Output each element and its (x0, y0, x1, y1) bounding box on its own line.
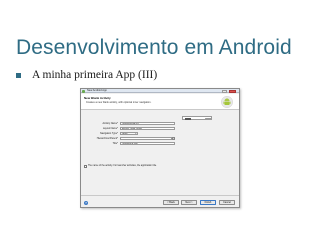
navigation-type-select[interactable]: None ▾ (120, 131, 138, 135)
browse-button[interactable]: ... (172, 137, 175, 141)
dialog-footer: ? < Back Next > Finish Cancel (81, 195, 239, 208)
hierarchical-parent-label: Hierarchical Parent* (96, 137, 118, 140)
preview-button (205, 117, 212, 121)
activity-preview (182, 116, 212, 121)
finish-button[interactable]: Finish (200, 200, 216, 205)
info-text: The name of the activity. For launcher a… (88, 165, 157, 167)
help-icon[interactable]: ? (84, 201, 88, 205)
preview-bar (185, 118, 191, 120)
bullet-text: A minha primeira App (III) (32, 69, 158, 81)
android-logo-icon (221, 96, 233, 108)
close-button[interactable] (229, 89, 236, 93)
layout-name-input[interactable]: activity_hello_world (120, 126, 175, 130)
activity-name-label: Activity Name* (102, 122, 118, 125)
hierarchical-parent-input[interactable] (120, 137, 172, 141)
layout-name-label: Layout Name* (102, 127, 118, 130)
dialog-title: New Android App (87, 89, 107, 93)
wizard-banner: New Blank Activity Creates a new blank a… (81, 94, 239, 110)
wizard-heading: New Blank Activity (84, 96, 111, 100)
square-bullet-icon (16, 73, 21, 78)
navigation-type-label: Navigation Type* (99, 132, 118, 135)
cancel-button[interactable]: Cancel (219, 200, 235, 205)
chevron-down-icon: ▾ (135, 132, 137, 135)
back-button[interactable]: < Back (163, 200, 179, 205)
activity-name-input[interactable]: HelloAndroid.bly (120, 121, 175, 125)
dialog-titlebar[interactable]: New Android App (81, 89, 239, 93)
wizard-description: Creates a new blank activity, with optio… (86, 101, 152, 104)
title-input[interactable]: HelloWorld App (120, 141, 175, 145)
title-label: Title* (112, 142, 118, 145)
navigation-type-value: None (122, 132, 128, 135)
slide-title: Desenvolvimento em Android (16, 36, 292, 59)
info-checkbox[interactable] (84, 165, 87, 168)
next-button[interactable]: Next > (181, 200, 197, 205)
new-android-app-dialog: New Android App New Blank Activity Creat… (80, 88, 240, 208)
eclipse-app-icon (82, 89, 85, 93)
minimize-button[interactable] (222, 89, 227, 93)
